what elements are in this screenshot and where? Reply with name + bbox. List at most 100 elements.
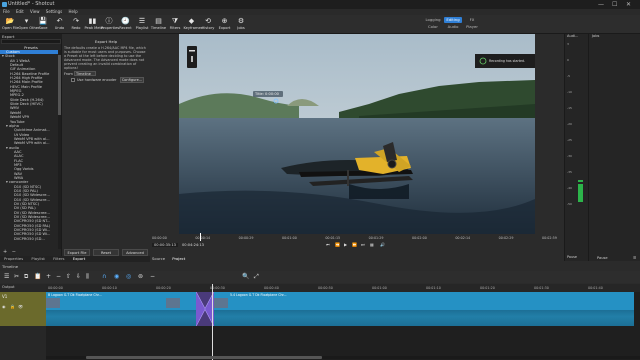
- save-button[interactable]: 💾 Save: [35, 16, 51, 33]
- track-header-v1[interactable]: V1 ◉ 🔒 👁: [0, 292, 46, 326]
- layout-sub-color[interactable]: Color: [424, 24, 442, 29]
- timeline-playhead[interactable]: [212, 284, 213, 360]
- toolbar-label: Redo: [71, 26, 81, 30]
- copy-icon[interactable]: ⧉: [24, 271, 28, 283]
- ripple-all-icon[interactable]: ⊚: [138, 271, 143, 283]
- menu-file[interactable]: File: [3, 9, 10, 14]
- tab-export[interactable]: Export: [73, 256, 85, 261]
- split-icon[interactable]: ⫼: [86, 271, 89, 283]
- tab-project[interactable]: Project: [172, 256, 185, 261]
- volume-icon[interactable]: 🔊: [380, 242, 385, 247]
- maximize-button[interactable]: ☐: [612, 0, 617, 9]
- jobs-pause-button[interactable]: Pause: [597, 255, 608, 261]
- video-preview[interactable]: Title: 0:00:00 Recording has started.: [179, 34, 535, 234]
- visibility-icon[interactable]: 👁: [18, 304, 23, 309]
- remove-icon[interactable]: −: [56, 271, 61, 283]
- overwrite-icon[interactable]: ⇩: [76, 271, 81, 283]
- player-playhead[interactable]: [200, 233, 201, 241]
- configure-button[interactable]: Configure...: [120, 77, 144, 83]
- cut-icon[interactable]: ✂: [14, 271, 19, 283]
- timeline-clip-1[interactable]: B Lagoon G.T Dk Floatplane Chr...: [46, 292, 166, 326]
- advanced-button[interactable]: Advanced: [122, 249, 148, 256]
- ruler-tick-label: 00:02:59: [542, 236, 557, 240]
- open-other-button[interactable]: ▾ Open Other: [19, 16, 40, 33]
- timeline-clip-2[interactable]: [166, 292, 196, 326]
- keyframes-button[interactable]: ◆ Keyframes: [184, 16, 203, 33]
- layout-tab-logging[interactable]: Logging: [424, 17, 442, 23]
- properties-button[interactable]: ⓘ Properties: [101, 16, 120, 33]
- preset-buttons: + −: [0, 250, 62, 255]
- zoom-in-icon[interactable]: 🔍: [242, 271, 249, 283]
- timeline-menu-icon[interactable]: ☰: [4, 271, 9, 283]
- recent-button[interactable]: 🕘 Recent: [118, 16, 134, 33]
- snap-icon[interactable]: ∩: [102, 271, 106, 283]
- tab-properties[interactable]: Properties: [4, 256, 23, 261]
- clip-thumbnail: [46, 298, 60, 308]
- mute-icon[interactable]: ◉: [2, 304, 6, 309]
- append-icon[interactable]: +: [46, 271, 51, 283]
- timeline-ruler[interactable]: 00:00:00 00:00:10 00:00:20 00:00:30 00:00:40…: [46, 284, 640, 292]
- remove-preset-button[interactable]: −: [12, 249, 16, 255]
- rewind-icon[interactable]: ⏪: [335, 242, 340, 247]
- jobs-button[interactable]: ⚙ Jobs: [233, 16, 249, 33]
- scrollbar-thumb[interactable]: [58, 55, 61, 115]
- hardware-encoder-checkbox[interactable]: [71, 78, 75, 82]
- zoom-fit-icon[interactable]: ⤢: [254, 271, 259, 283]
- meter-scale-label: -25: [567, 138, 572, 142]
- layout-sub-player[interactable]: Player: [463, 24, 481, 29]
- history-button[interactable]: ⟲ History: [200, 16, 216, 33]
- close-button[interactable]: ✕: [626, 0, 631, 9]
- ripple-icon[interactable]: ◎: [126, 271, 131, 283]
- lock-icon[interactable]: 🔒: [10, 304, 15, 309]
- scrollbar-thumb[interactable]: [86, 356, 322, 359]
- folder-open-icon: 📂: [5, 17, 15, 25]
- playlist-button[interactable]: ☰ Playlist: [134, 16, 150, 33]
- timeline-scrollbar[interactable]: [46, 356, 640, 359]
- timeline-clip-3[interactable]: 5.4 Lagoon G.T Dk Floatplane Chr...: [214, 292, 634, 326]
- preset-search-input[interactable]: [1, 39, 61, 44]
- play-icon[interactable]: ▶: [344, 242, 347, 247]
- export-button[interactable]: ⊕ Export: [217, 16, 233, 33]
- zoom-out-icon[interactable]: −: [150, 271, 155, 283]
- lift-icon[interactable]: ⇧: [66, 271, 71, 283]
- menu-settings[interactable]: Settings: [46, 9, 62, 14]
- tab-filters[interactable]: Filters: [53, 256, 64, 261]
- transport-controls: 00:00:35:13 00:04:24:13 ⏮ ⏪ ▶ ⏩ ⏭ ▦ 🔊: [150, 242, 564, 251]
- pause-button[interactable]: Pause: [567, 255, 577, 259]
- filters-button[interactable]: ⧩ Filters: [167, 16, 183, 33]
- paste-icon[interactable]: 📋: [34, 271, 41, 283]
- skip-end-icon[interactable]: ⏭: [361, 242, 365, 247]
- menu-view[interactable]: View: [30, 9, 40, 14]
- undo-button[interactable]: ↶ Undo: [52, 16, 68, 33]
- preset-list[interactable]: Custom ▾ Stock Alt 1 WebA Default GIF Animat…: [0, 50, 58, 249]
- tab-playlist[interactable]: Playlist: [31, 256, 45, 261]
- recent-icon: 🕘: [121, 17, 130, 25]
- ruler-tick-label: 00:00:00: [152, 236, 167, 240]
- peak-meter-button[interactable]: ▮▮ Peak Meter: [85, 16, 105, 33]
- grid-icon[interactable]: ▦: [370, 242, 374, 247]
- jobs-menu-icon[interactable]: ☰: [633, 255, 636, 261]
- menu-help[interactable]: Help: [68, 9, 77, 14]
- preset-scrollbar[interactable]: [58, 50, 61, 249]
- scrub-icon[interactable]: ◉: [114, 271, 119, 283]
- toolbar-label: Properties: [101, 26, 120, 30]
- timeline-tracks: Output V1 ◉ 🔒 👁 00:00:00 00:00:10 00:00:20…: [0, 284, 640, 360]
- menu-edit[interactable]: Edit: [16, 9, 24, 14]
- open-file-button[interactable]: 📂 Open File: [2, 16, 19, 33]
- toolbar-label: Filters: [169, 26, 181, 30]
- minimize-button[interactable]: —: [598, 0, 604, 9]
- layout-tab-fx[interactable]: FX: [463, 17, 481, 23]
- tab-source[interactable]: Source: [152, 256, 165, 261]
- fast-forward-icon[interactable]: ⏩: [352, 242, 357, 247]
- timeline-button[interactable]: ▤ Timeline: [151, 16, 167, 33]
- from-select[interactable]: Timeline: [74, 71, 96, 76]
- redo-button[interactable]: ↷ Redo: [68, 16, 84, 33]
- export-file-button[interactable]: Export File: [64, 249, 90, 256]
- add-preset-button[interactable]: +: [3, 249, 7, 255]
- skip-start-icon[interactable]: ⏮: [326, 242, 330, 247]
- reset-button[interactable]: Reset: [93, 249, 119, 256]
- timecode-field[interactable]: 00:00:35:13: [152, 243, 178, 247]
- preset-item[interactable]: DVCPRO50 (SD...: [0, 237, 58, 241]
- layout-tab-editing[interactable]: Editing: [444, 17, 462, 23]
- layout-sub-audio[interactable]: Audio: [444, 24, 462, 29]
